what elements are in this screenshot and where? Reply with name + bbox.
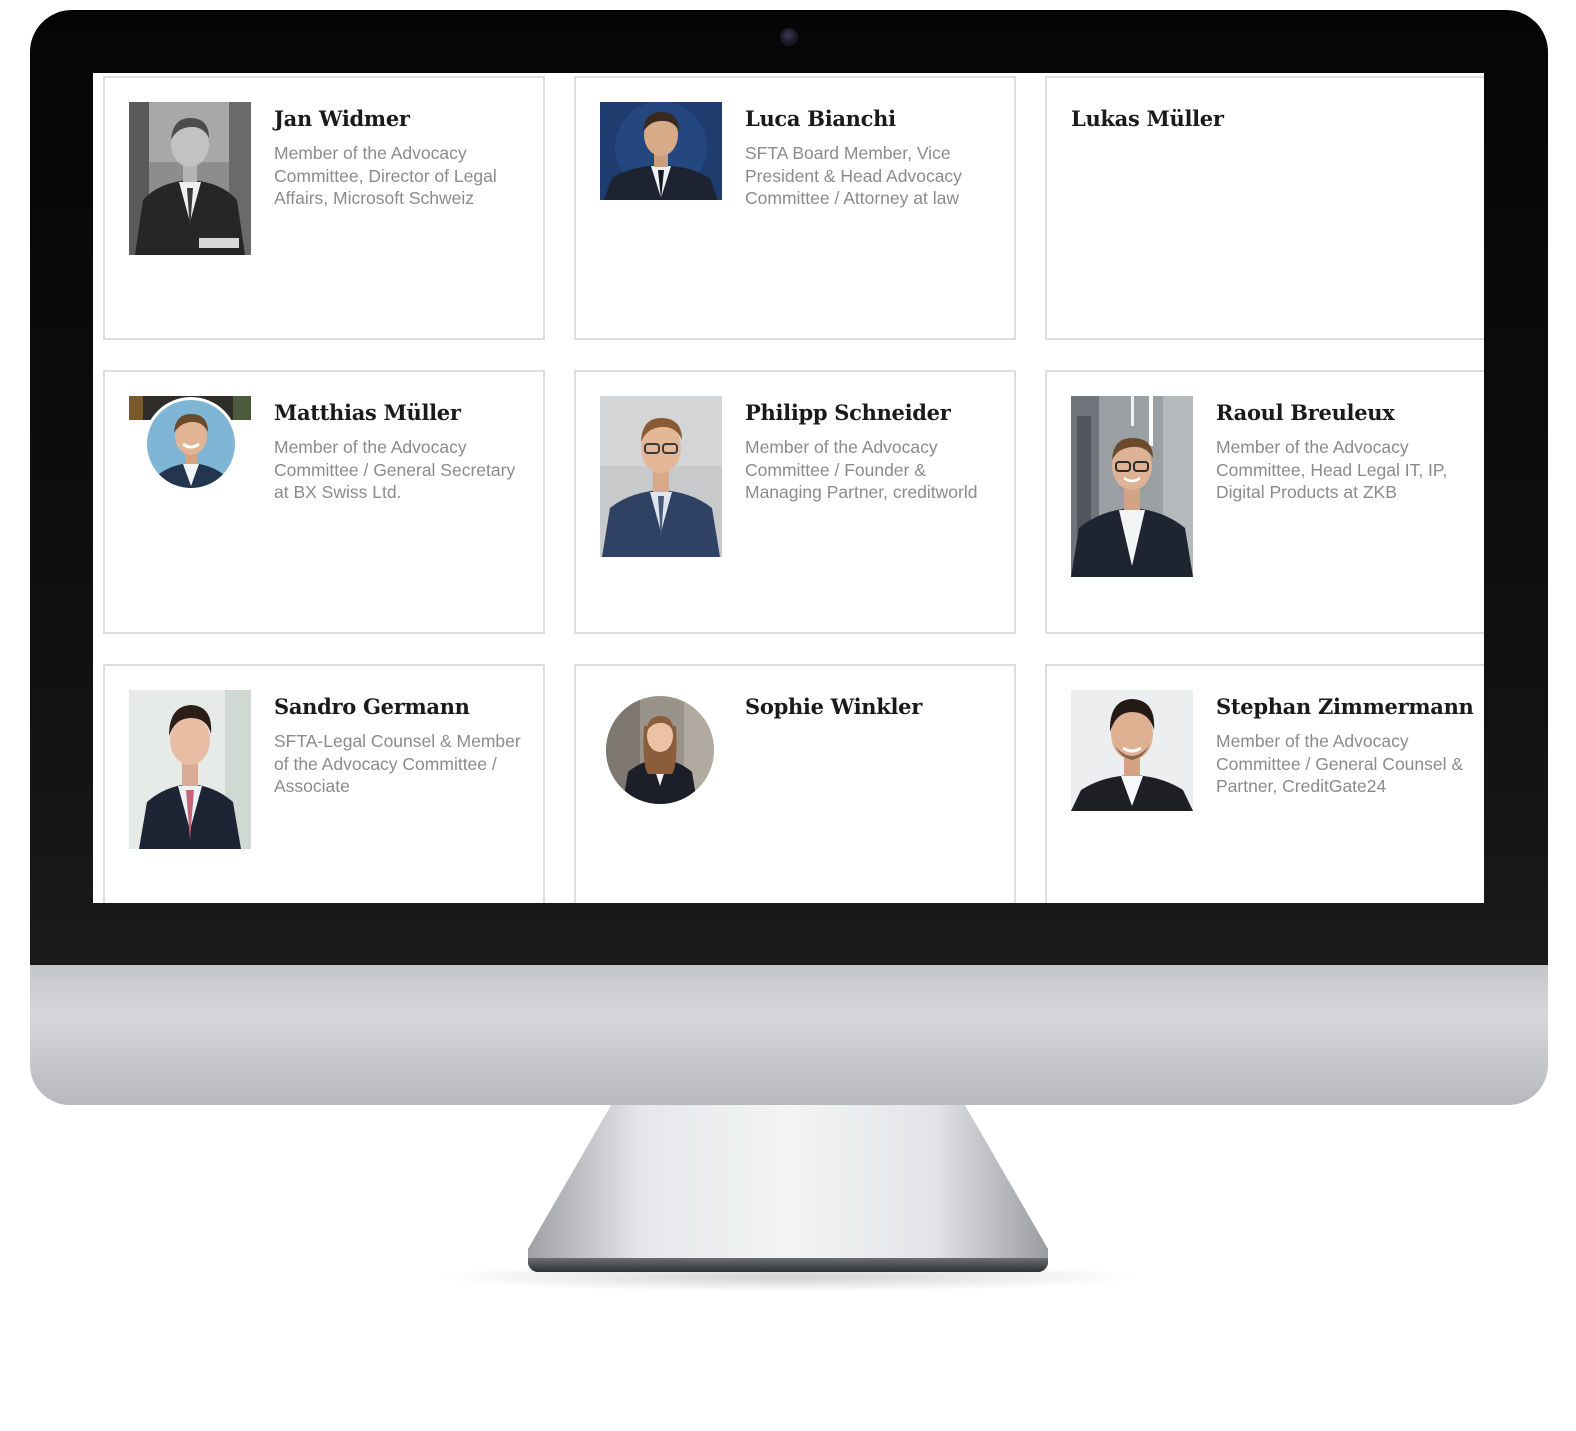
person-name: Raoul Breuleux — [1216, 400, 1395, 425]
person-name: Matthias Müller — [274, 400, 461, 425]
person-role: Member of the Advocacy Committee / Gener… — [1216, 731, 1464, 796]
person-name: Luca Bianchi — [745, 106, 896, 131]
team-grid: Jan Widmer Member of the Advocacy Commit… — [103, 76, 1484, 903]
person-name: Philipp Schneider — [745, 400, 951, 425]
screen: Jan Widmer Member of the Advocacy Commit… — [93, 73, 1484, 903]
team-card-philipp-schneider[interactable]: Philipp Schneider Member of the Advocacy… — [574, 370, 1016, 634]
team-card-jan-widmer[interactable]: Jan Widmer Member of the Advocacy Commit… — [103, 76, 545, 340]
portrait-photo — [1071, 396, 1193, 577]
team-card-stephan-zimmermann[interactable]: Stephan Zimmermann Member of the Advocac… — [1045, 664, 1484, 903]
portrait-photo — [129, 102, 251, 255]
portrait-photo — [600, 396, 722, 557]
person-name: Sandro Germann — [274, 694, 470, 719]
monitor-stand-base — [528, 1258, 1048, 1272]
person-role: SFTA-Legal Counsel & Member of the Advoc… — [274, 731, 521, 796]
card-info: Philipp Schneider Member of the Advocacy… — [745, 398, 1000, 504]
monitor-chin — [30, 965, 1548, 1105]
person-role: Member of the Advocacy Committee, Direct… — [274, 143, 497, 208]
portrait-photo — [600, 102, 722, 200]
person-name: Lukas Müller — [1071, 106, 1224, 131]
card-info: Lukas Müller — [1071, 104, 1471, 142]
person-role: Member of the Advocacy Committee / Gener… — [274, 437, 516, 502]
person-name: Stephan Zimmermann — [1216, 694, 1474, 719]
person-name: Jan Widmer — [274, 106, 410, 131]
team-card-sophie-winkler[interactable]: Sophie Winkler — [574, 664, 1016, 903]
card-info: Jan Widmer Member of the Advocacy Commit… — [274, 104, 529, 210]
team-card-lukas-mueller[interactable]: Lukas Müller — [1045, 76, 1484, 340]
card-info: Raoul Breuleux Member of the Advocacy Co… — [1216, 398, 1471, 504]
card-info: Sophie Winkler — [745, 692, 1000, 730]
team-card-sandro-germann[interactable]: Sandro Germann SFTA-Legal Counsel & Memb… — [103, 664, 545, 903]
card-info: Stephan Zimmermann Member of the Advocac… — [1216, 692, 1474, 798]
person-role: SFTA Board Member, Vice President & Head… — [745, 143, 962, 208]
portrait-photo — [129, 690, 251, 849]
portrait-photo — [600, 690, 722, 808]
person-role: Member of the Advocacy Committee, Head L… — [1216, 437, 1448, 502]
person-name: Sophie Winkler — [745, 694, 922, 719]
monitor-stand — [528, 1105, 1048, 1265]
camera-icon — [781, 29, 797, 45]
portrait-photo — [1071, 690, 1193, 811]
team-card-raoul-breuleux[interactable]: Raoul Breuleux Member of the Advocacy Co… — [1045, 370, 1484, 634]
portrait-photo — [129, 396, 251, 493]
team-card-matthias-mueller[interactable]: Matthias Müller Member of the Advocacy C… — [103, 370, 545, 634]
card-info: Matthias Müller Member of the Advocacy C… — [274, 398, 529, 504]
person-role: Member of the Advocacy Committee / Found… — [745, 437, 978, 502]
card-info: Luca Bianchi SFTA Board Member, Vice Pre… — [745, 104, 1000, 210]
team-card-luca-bianchi[interactable]: Luca Bianchi SFTA Board Member, Vice Pre… — [574, 76, 1016, 340]
card-info: Sandro Germann SFTA-Legal Counsel & Memb… — [274, 692, 529, 798]
